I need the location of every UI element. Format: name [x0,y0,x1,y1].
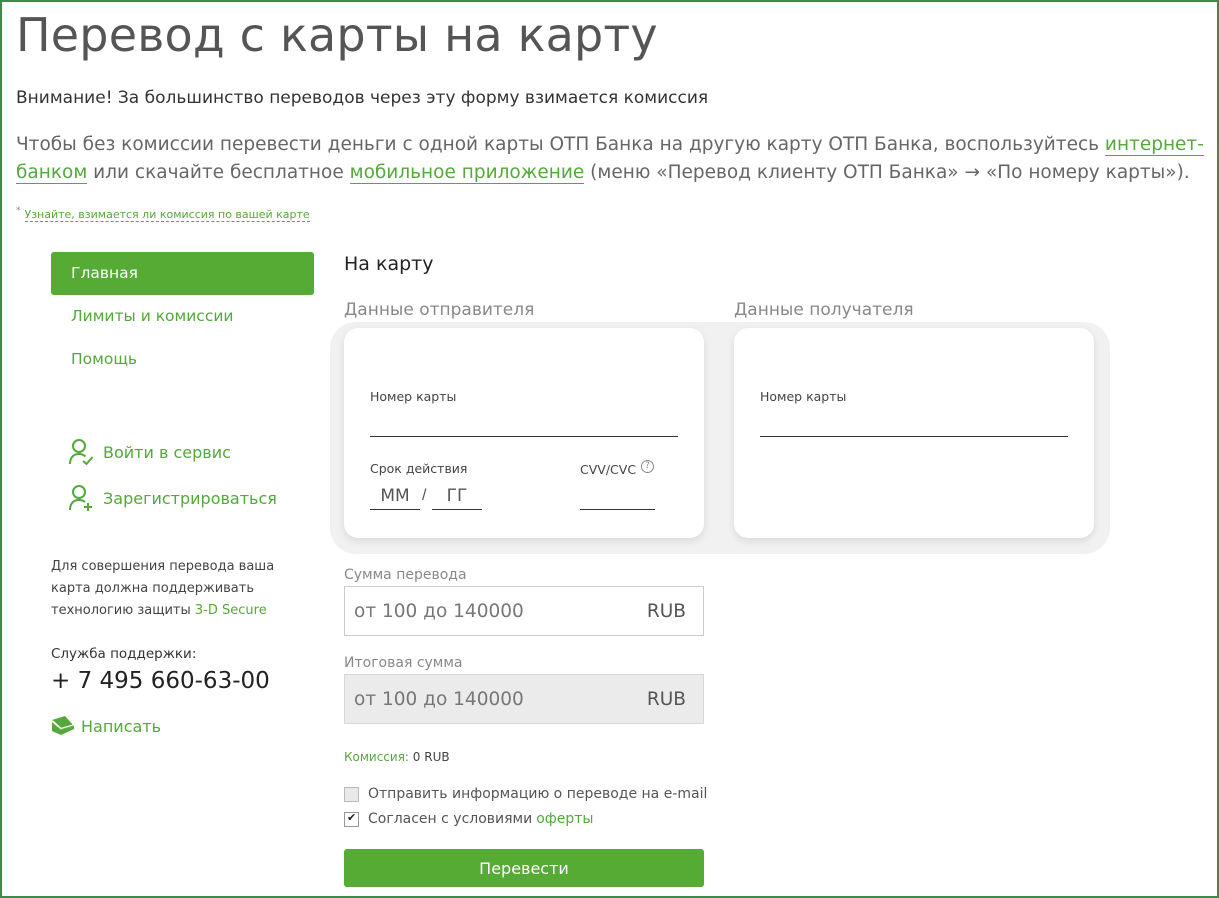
receiver-section-label: Данные получателя [734,300,914,320]
cvv-input[interactable] [580,486,655,510]
agree-option[interactable]: Согласен с условиями оферты [344,811,593,827]
email-checkbox-label: Отправить информацию о переводе на e-mai… [368,786,708,802]
write-label: Написать [81,716,162,736]
intro-part-1: Чтобы без комиссии перевести деньги с од… [16,134,1105,155]
total-field: от 100 до 140000 RUB [344,674,704,724]
sender-section-label: Данные отправителя [344,300,535,320]
intro-part-3: (меню «Перевод клиенту ОТП Банка» → «По … [584,162,1190,183]
user-check-icon [69,439,94,466]
support-phone: + 7 495 660-63-00 [51,668,270,694]
agree-label: Согласен с условиями [368,811,533,827]
page-title: Перевод с карты на карту [16,8,658,62]
receiver-card-number-input[interactable] [760,416,1068,437]
expiry-separator: / [422,487,427,504]
write-link[interactable]: Написать [51,716,161,736]
login-link[interactable]: Войти в сервис [68,438,231,466]
commission-info: Комиссия: 0 RUB [344,750,450,764]
note-asterisk: * [16,206,21,216]
sidebar-nav: Главная Лимиты и комиссии Помощь [51,252,314,381]
receiver-card-number-label: Номер карты [760,389,847,404]
envelope-icon [52,716,74,735]
total-label: Итоговая сумма [344,655,463,671]
intro-text: Чтобы без комиссии перевести деньги с од… [16,131,1216,187]
offer-link[interactable]: оферты [536,811,593,827]
cvv-label: CVV/CVC [580,462,637,477]
secure-info: Для совершения перевода ваша карта должн… [51,556,301,622]
help-icon[interactable]: ? [641,460,654,473]
transfer-button[interactable]: Перевести [344,849,704,887]
register-link[interactable]: Зарегистрироваться [68,484,277,512]
mobile-app-link[interactable]: мобильное приложение [349,162,585,184]
commission-warning: Внимание! За большинство переводов через… [16,88,709,108]
expiry-month-input[interactable]: ММ [370,486,420,510]
intro-part-2: или скачайте бесплатное [87,162,350,183]
sender-card-number-input[interactable] [370,416,678,437]
form-title: На карту [344,253,434,275]
amount-currency: RUB [646,600,686,622]
sidebar-item-limits[interactable]: Лимиты и комиссии [51,295,314,338]
user-add-icon [69,485,92,511]
commission-label: Комиссия: [344,750,409,764]
sidebar-item-main[interactable]: Главная [51,252,314,295]
sidebar-item-help[interactable]: Помощь [51,338,314,381]
expiry-label: Срок действия [370,461,468,476]
email-checkbox[interactable] [344,786,359,802]
sender-card-number-label: Номер карты [370,389,457,404]
commission-note: * Узнайте, взимается ли комиссия по вашей… [16,206,310,222]
total-placeholder: от 100 до 140000 [354,688,524,710]
expiry-year-input[interactable]: ГГ [432,486,482,510]
3d-secure-link[interactable]: 3-D Secure [195,603,267,618]
amount-placeholder: от 100 до 140000 [354,600,524,622]
register-label: Зарегистрироваться [103,488,277,508]
support-label: Служба поддержки: [51,646,197,662]
total-currency: RUB [646,688,686,710]
amount-input[interactable]: от 100 до 140000 RUB [344,586,704,636]
amount-label: Сумма перевода [344,567,467,583]
login-label: Войти в сервис [103,442,231,462]
email-option[interactable]: Отправить информацию о переводе на e-mai… [344,786,707,802]
commission-value: 0 RUB [408,750,450,764]
agree-checkbox[interactable] [344,811,359,827]
check-commission-link[interactable]: Узнайте, взимается ли комиссия по вашей … [24,207,310,222]
